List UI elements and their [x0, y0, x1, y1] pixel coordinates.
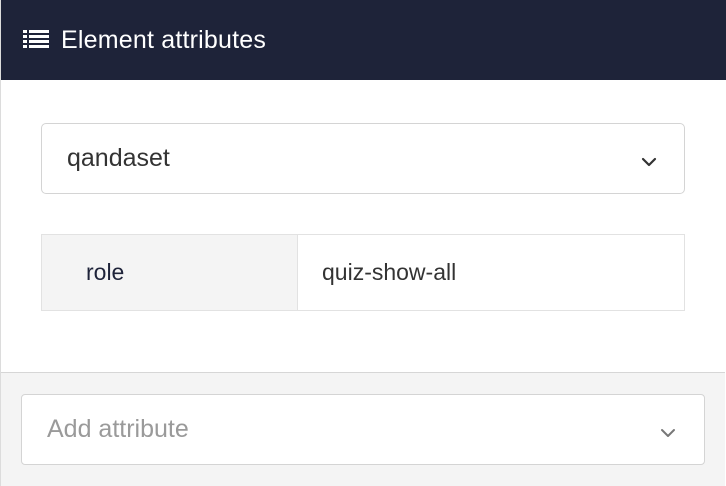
attribute-row: role quiz-show-all [41, 234, 685, 311]
panel-header: Element attributes [1, 0, 726, 80]
list-icon [23, 30, 49, 48]
element-select-value: qandaset [67, 144, 170, 172]
element-attributes-panel: Element attributes qandaset role quiz-sh… [0, 0, 726, 486]
attribute-value[interactable]: quiz-show-all [298, 235, 684, 310]
chevron-down-icon [660, 425, 676, 437]
attribute-name[interactable]: role [42, 235, 298, 310]
add-attribute-footer: Add attribute [1, 372, 725, 486]
add-attribute-select[interactable]: Add attribute [21, 394, 705, 465]
chevron-down-icon [641, 154, 657, 166]
element-select[interactable]: qandaset [41, 123, 685, 194]
add-attribute-placeholder: Add attribute [47, 415, 189, 443]
attributes-body: qandaset role quiz-show-all [1, 80, 725, 372]
panel-title: Element attributes [61, 25, 267, 54]
